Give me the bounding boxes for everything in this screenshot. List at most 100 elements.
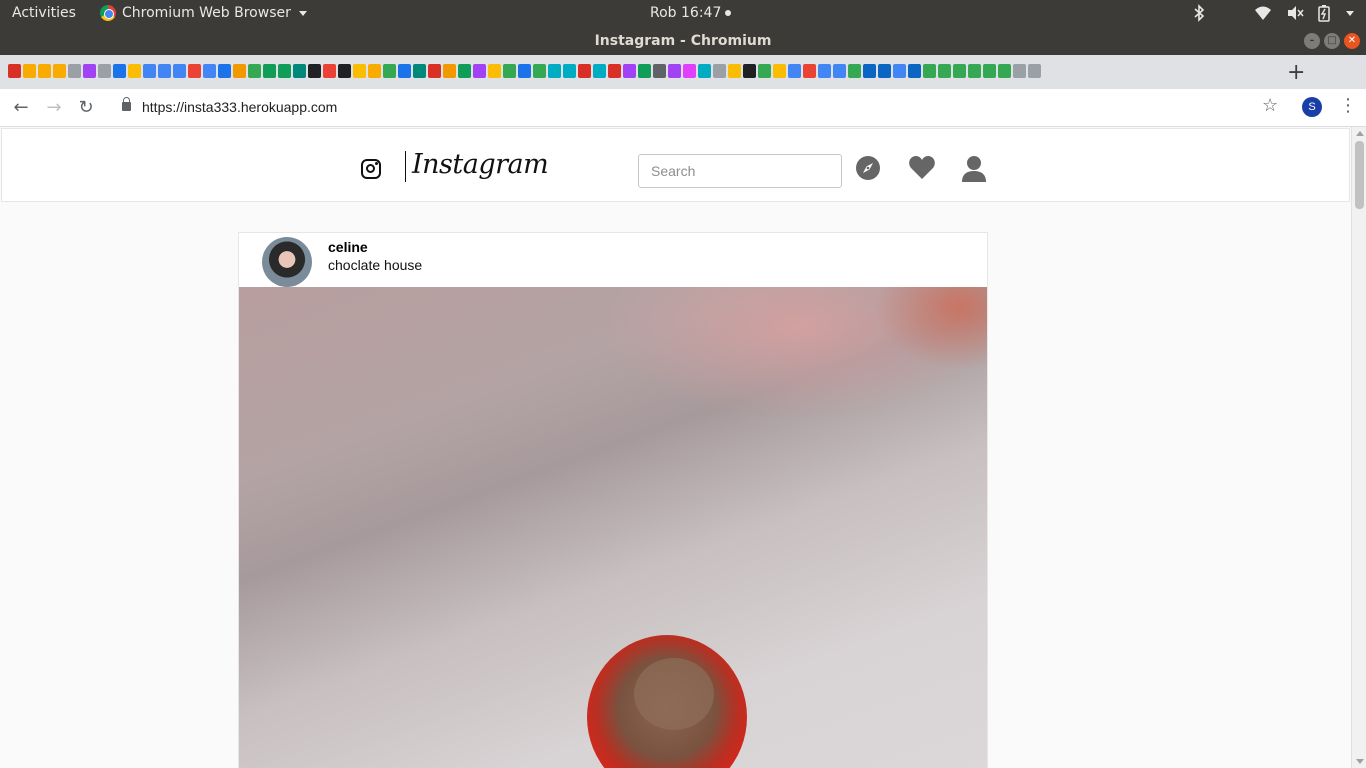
pinned-tab-favicon-icon[interactable] xyxy=(833,64,846,78)
pinned-tab-favicon-icon[interactable] xyxy=(893,64,906,78)
pinned-tab-favicon-icon[interactable] xyxy=(548,64,561,78)
pinned-tab-favicon-icon[interactable] xyxy=(488,64,501,78)
pinned-tab-favicon-icon[interactable] xyxy=(308,64,321,78)
address-bar[interactable]: https://insta333.herokuapp.com xyxy=(112,93,1292,123)
pinned-tab-favicon-icon[interactable] xyxy=(458,64,471,78)
pinned-tab-favicon-icon[interactable] xyxy=(323,64,336,78)
pinned-tab-favicon-icon[interactable] xyxy=(713,64,726,78)
forward-button[interactable]: → xyxy=(43,97,65,119)
heart-icon[interactable] xyxy=(908,155,936,181)
bookmark-star-icon[interactable]: ☆ xyxy=(1262,95,1278,116)
menu-kebab-icon[interactable]: ⋮ xyxy=(1339,95,1357,116)
pinned-tab-favicon-icon[interactable] xyxy=(293,64,306,78)
reload-button[interactable]: ↻ xyxy=(75,97,97,119)
url-text[interactable]: https://insta333.herokuapp.com xyxy=(142,99,337,115)
chevron-down-icon xyxy=(298,10,307,16)
pinned-tab-favicon-icon[interactable] xyxy=(278,64,291,78)
activities-button[interactable]: Activities xyxy=(12,5,76,21)
user-icon[interactable] xyxy=(961,155,987,183)
post-username[interactable]: celine xyxy=(328,239,368,255)
pinned-tab-favicon-icon[interactable] xyxy=(98,64,111,78)
pinned-tab-favicon-icon[interactable] xyxy=(428,64,441,78)
pinned-tab-favicon-icon[interactable] xyxy=(758,64,771,78)
pinned-tab-favicon-icon[interactable] xyxy=(188,64,201,78)
app-menu[interactable]: Chromium Web Browser xyxy=(100,5,307,21)
back-button[interactable]: ← xyxy=(10,97,32,119)
pinned-tab-favicon-icon[interactable] xyxy=(578,64,591,78)
pinned-tab-favicon-icon[interactable] xyxy=(533,64,546,78)
pinned-tab-favicon-icon[interactable] xyxy=(443,64,456,78)
pinned-tab-favicon-icon[interactable] xyxy=(143,64,156,78)
pinned-tab-favicon-icon[interactable] xyxy=(383,64,396,78)
pinned-tab-favicon-icon[interactable] xyxy=(968,64,981,78)
pinned-tab-favicon-icon[interactable] xyxy=(908,64,921,78)
pinned-tab-favicon-icon[interactable] xyxy=(398,64,411,78)
pinned-tab-favicon-icon[interactable] xyxy=(983,64,996,78)
avatar[interactable] xyxy=(262,237,312,287)
compass-icon[interactable] xyxy=(855,155,881,181)
scroll-down-icon[interactable] xyxy=(1356,759,1364,764)
pinned-tab-favicon-icon[interactable] xyxy=(788,64,801,78)
pinned-tab-favicon-icon[interactable] xyxy=(518,64,531,78)
pinned-tab-favicon-icon[interactable] xyxy=(998,64,1011,78)
pinned-tab-favicon-icon[interactable] xyxy=(128,64,141,78)
pinned-tab-favicon-icon[interactable] xyxy=(83,64,96,78)
pinned-tab-favicon-icon[interactable] xyxy=(218,64,231,78)
pinned-tab-favicon-icon[interactable] xyxy=(728,64,741,78)
pinned-tab-favicon-icon[interactable] xyxy=(203,64,216,78)
scroll-up-icon[interactable] xyxy=(1356,131,1364,136)
pinned-tab-favicon-icon[interactable] xyxy=(938,64,951,78)
pinned-tab-favicon-icon[interactable] xyxy=(878,64,891,78)
pinned-tab-favicon-icon[interactable] xyxy=(113,64,126,78)
pinned-tab-favicon-icon[interactable] xyxy=(68,64,81,78)
pinned-tab-favicon-icon[interactable] xyxy=(353,64,366,78)
pinned-tab-favicon-icon[interactable] xyxy=(8,64,21,78)
pinned-tab-favicon-icon[interactable] xyxy=(863,64,876,78)
pinned-tab-favicon-icon[interactable] xyxy=(683,64,696,78)
page-scrollbar[interactable] xyxy=(1351,127,1366,768)
clock[interactable]: Rob 16:47 xyxy=(650,5,732,21)
chromium-icon xyxy=(100,5,116,21)
scrollbar-thumb[interactable] xyxy=(1355,141,1364,209)
pinned-tab-favicon-icon[interactable] xyxy=(23,64,36,78)
pinned-tab-favicon-icon[interactable] xyxy=(953,64,966,78)
pinned-tab-favicon-icon[interactable] xyxy=(803,64,816,78)
pinned-tab-favicon-icon[interactable] xyxy=(698,64,711,78)
pinned-tab-favicon-icon[interactable] xyxy=(263,64,276,78)
minimize-button[interactable]: – xyxy=(1304,33,1320,49)
pinned-tab-favicon-icon[interactable] xyxy=(848,64,861,78)
pinned-tab-favicon-icon[interactable] xyxy=(473,64,486,78)
maximize-button[interactable]: □ xyxy=(1324,33,1340,49)
pinned-tab-favicon-icon[interactable] xyxy=(608,64,621,78)
pinned-tab-favicon-icon[interactable] xyxy=(743,64,756,78)
pinned-tab-favicon-icon[interactable] xyxy=(503,64,516,78)
pinned-tab-favicon-icon[interactable] xyxy=(1013,64,1026,78)
pinned-tab-favicon-icon[interactable] xyxy=(563,64,576,78)
pinned-tab-favicon-icon[interactable] xyxy=(338,64,351,78)
pinned-tab-favicon-icon[interactable] xyxy=(1028,64,1041,78)
pinned-tab-favicon-icon[interactable] xyxy=(773,64,786,78)
profile-avatar[interactable]: S xyxy=(1302,97,1322,117)
instagram-wordmark[interactable]: Instagram xyxy=(412,149,549,180)
pinned-tab-favicon-icon[interactable] xyxy=(173,64,186,78)
pinned-tab-favicon-icon[interactable] xyxy=(413,64,426,78)
pinned-tab-favicon-icon[interactable] xyxy=(638,64,651,78)
pinned-tab-favicon-icon[interactable] xyxy=(668,64,681,78)
pinned-tab-favicon-icon[interactable] xyxy=(233,64,246,78)
system-tray[interactable] xyxy=(1192,4,1354,22)
search-input[interactable] xyxy=(638,154,842,188)
pinned-tab-favicon-icon[interactable] xyxy=(38,64,51,78)
pinned-tab-favicon-icon[interactable] xyxy=(158,64,171,78)
pinned-tab-favicon-icon[interactable] xyxy=(593,64,606,78)
new-tab-button[interactable]: + xyxy=(1287,60,1305,85)
pinned-tab-favicon-icon[interactable] xyxy=(653,64,666,78)
close-button[interactable]: ✕ xyxy=(1344,33,1360,49)
pinned-tab-favicon-icon[interactable] xyxy=(368,64,381,78)
pinned-tab-favicon-icon[interactable] xyxy=(248,64,261,78)
instagram-logo-icon[interactable] xyxy=(361,159,381,179)
pinned-tab-favicon-icon[interactable] xyxy=(623,64,636,78)
pinned-tab-favicon-icon[interactable] xyxy=(53,64,66,78)
pinned-tab-favicon-icon[interactable] xyxy=(923,64,936,78)
post-image[interactable] xyxy=(239,287,987,768)
pinned-tab-favicon-icon[interactable] xyxy=(818,64,831,78)
